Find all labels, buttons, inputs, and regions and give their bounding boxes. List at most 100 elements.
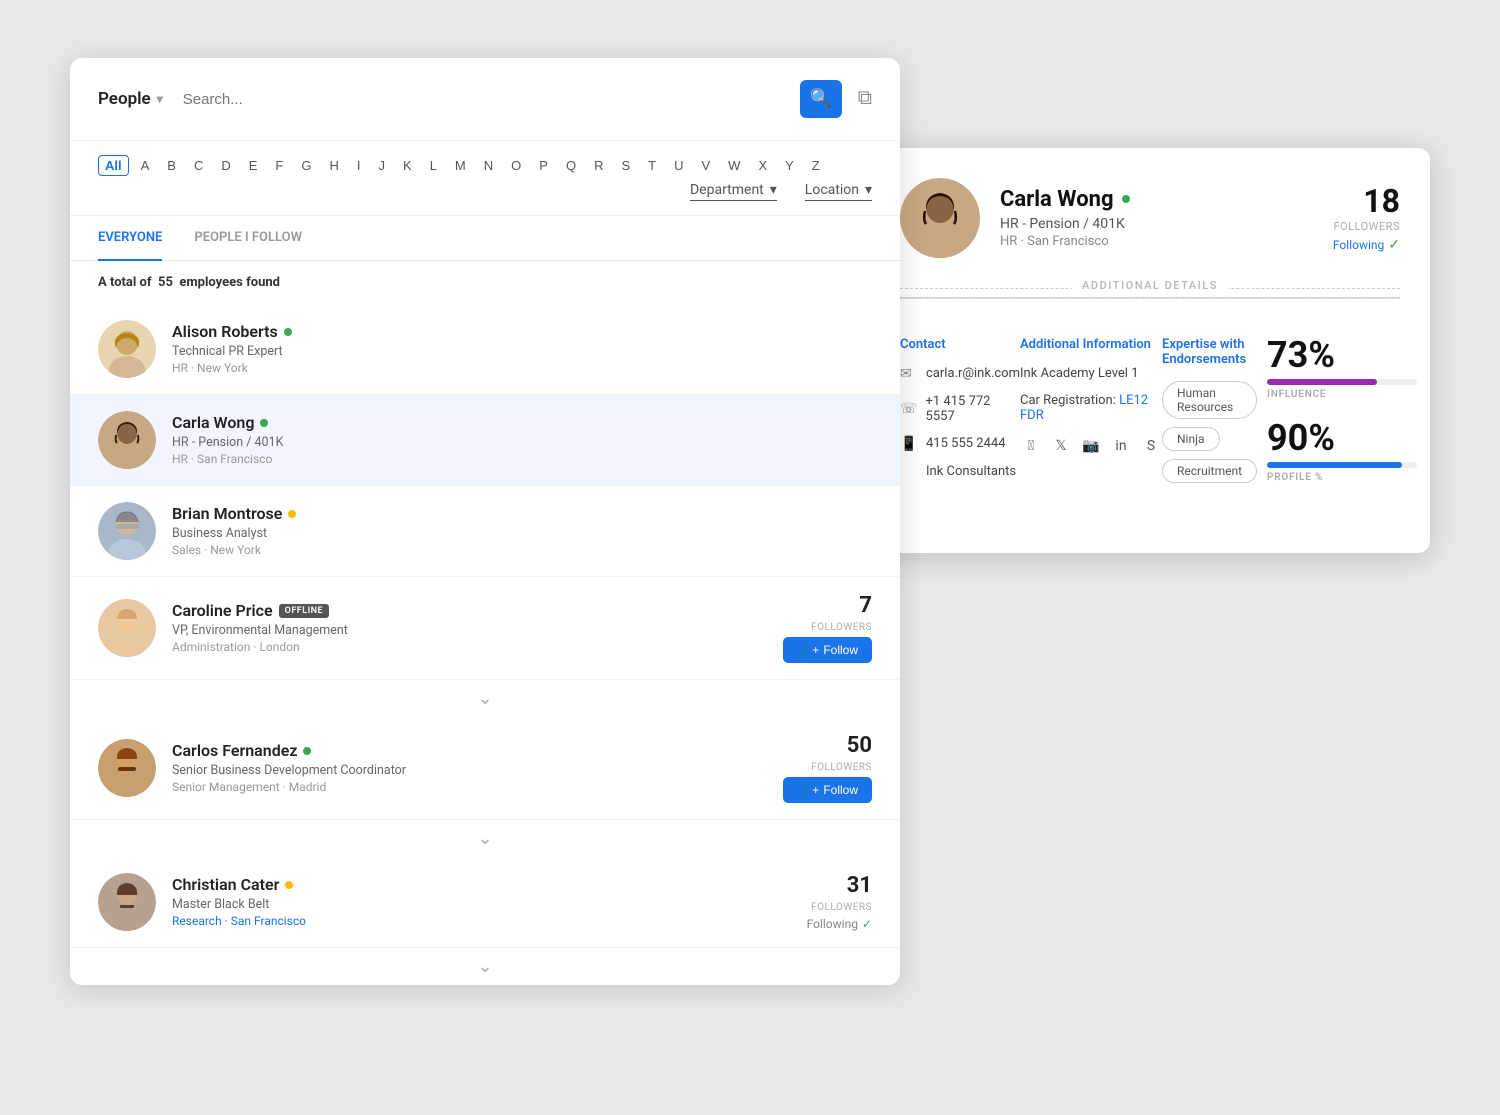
tag-ninja[interactable]: Ninja (1162, 427, 1220, 451)
follow-button[interactable]: 👤+ Follow (783, 637, 872, 663)
person-item[interactable]: Christian Cater Master Black Belt Resear… (70, 857, 900, 948)
alpha-b[interactable]: B (161, 156, 182, 175)
person-item[interactable]: Alison Roberts Technical PR Expert HR · … (70, 304, 900, 395)
collapse-button[interactable]: ⌄ (70, 820, 900, 857)
profile-value: 90% (1267, 420, 1417, 456)
alpha-c[interactable]: C (188, 156, 209, 175)
search-button[interactable]: 🔍 (800, 80, 842, 118)
influence-progress-fill (1267, 379, 1377, 385)
alpha-d[interactable]: D (215, 156, 236, 175)
alpha-p[interactable]: P (533, 156, 554, 175)
person-item[interactable]: Brian Montrose Business Analyst Sales · … (70, 486, 900, 577)
tabs-bar: EVERYONE PEOPLE I FOLLOW (70, 216, 900, 261)
alpha-m[interactable]: M (449, 156, 472, 175)
location-chevron-icon: ▾ (865, 182, 872, 198)
tag-human-resources[interactable]: Human Resources (1162, 381, 1257, 419)
person-title: VP, Environmental Management (172, 623, 783, 638)
detail-avatar (900, 178, 980, 258)
person-item[interactable]: Carla Wong HR - Pension / 401K HR · San … (70, 395, 900, 486)
offline-badge: OFFLINE (279, 604, 330, 618)
avatar (98, 599, 156, 657)
person-dept: HR · New York (172, 361, 872, 375)
linkedin-icon[interactable]: in (1110, 435, 1132, 457)
twitter-icon[interactable]: 𝕏 (1050, 435, 1072, 457)
department-filter[interactable]: Department ▾ (690, 182, 777, 201)
influence-value: 73% (1267, 337, 1417, 373)
alpha-o[interactable]: O (505, 156, 527, 175)
dropdown-chevron-icon: ▾ (157, 92, 163, 106)
contact-mobile: 📱 415 555 2444 (900, 436, 1020, 452)
following-text: Following ✓ (807, 917, 872, 931)
alpha-f[interactable]: F (269, 156, 289, 175)
alpha-x[interactable]: X (752, 156, 773, 175)
people-dropdown[interactable]: People ▾ (98, 89, 163, 109)
alpha-l[interactable]: L (424, 156, 443, 175)
alpha-y[interactable]: Y (779, 156, 800, 175)
search-icon: 🔍 (810, 88, 832, 109)
detail-header: Carla Wong HR - Pension / 401K HR · San … (870, 148, 1430, 278)
alpha-k[interactable]: K (397, 156, 418, 175)
person-title: Business Analyst (172, 526, 872, 541)
alpha-g[interactable]: G (295, 156, 317, 175)
alpha-t[interactable]: T (642, 156, 662, 175)
tag-recruitment[interactable]: Recruitment (1162, 459, 1257, 483)
person-name: Alison Roberts (172, 322, 872, 341)
email-icon: ✉ (900, 366, 918, 382)
alpha-j[interactable]: J (373, 156, 392, 175)
person-info: Carla Wong HR - Pension / 401K HR · San … (172, 413, 872, 466)
alpha-s[interactable]: S (615, 156, 636, 175)
phone-icon: ☏ (900, 401, 918, 417)
facebook-icon[interactable]:  (1020, 435, 1042, 457)
additional-info-header: Additional Information (1020, 337, 1162, 352)
alpha-w[interactable]: W (722, 156, 746, 175)
alpha-all[interactable]: All (98, 155, 129, 176)
alpha-v[interactable]: V (695, 156, 716, 175)
followers-label: FOLLOWERS (811, 762, 872, 773)
skype-icon[interactable]: S (1140, 435, 1162, 457)
alpha-h[interactable]: H (324, 156, 345, 175)
detail-following[interactable]: Following ✓ (1333, 237, 1400, 253)
alpha-e[interactable]: E (243, 156, 264, 175)
dept-loc-bar: Department ▾ Location ▾ (690, 182, 872, 201)
tab-people-i-follow[interactable]: PEOPLE I FOLLOW (194, 216, 302, 261)
alpha-a[interactable]: A (135, 156, 156, 175)
person-info: Brian Montrose Business Analyst Sales · … (172, 504, 872, 557)
person-item[interactable]: Caroline Price OFFLINE VP, Environmental… (70, 577, 900, 680)
alpha-r[interactable]: R (588, 156, 609, 175)
person-item[interactable]: Carlos Fernandez Senior Business Develop… (70, 717, 900, 820)
influence-progress-bar (1267, 379, 1417, 385)
alpha-z[interactable]: Z (806, 156, 826, 175)
search-input[interactable] (183, 91, 780, 108)
alpha-i[interactable]: I (351, 156, 367, 175)
tab-everyone[interactable]: EVERYONE (98, 216, 162, 261)
instagram-icon[interactable]: 📷 (1080, 435, 1102, 457)
contact-header: Contact (900, 337, 1020, 352)
contact-phone: ☏ +1 415 772 5557 (900, 394, 1020, 424)
avatar (98, 739, 156, 797)
followers-count: 31 (847, 873, 872, 898)
additional-info-column: Additional Information Ink Academy Level… (1020, 337, 1162, 503)
expertise-column: Expertise with Endorsements Human Resour… (1162, 337, 1257, 503)
department-label: Department (690, 182, 764, 198)
person-dept: HR · San Francisco (172, 452, 872, 466)
employees-count-prefix: A total of (98, 275, 152, 290)
metrics-column: 73% INFLUENCE 90% PROFILE % (1257, 337, 1417, 503)
employees-count: A total of 55 employees found (70, 261, 900, 304)
person-info: Carlos Fernandez Senior Business Develop… (172, 741, 783, 794)
follow-button[interactable]: 👤+ Follow (783, 777, 872, 803)
alpha-u[interactable]: U (668, 156, 689, 175)
collapse-button[interactable]: ⌄ (70, 948, 900, 985)
alpha-q[interactable]: Q (560, 156, 582, 175)
filter-button[interactable]: ⧉ (858, 87, 872, 110)
expertise-header: Expertise with Endorsements (1162, 337, 1257, 367)
alpha-n[interactable]: N (478, 156, 499, 175)
contact-email: ✉ carla.r@ink.com (900, 366, 1020, 382)
person-name: Carlos Fernandez (172, 741, 783, 760)
chevron-down-icon: ⌄ (477, 688, 492, 709)
followers-label: FOLLOWERS (811, 622, 872, 633)
employees-count-suffix: employees found (179, 275, 280, 290)
collapse-button[interactable]: ⌄ (70, 680, 900, 717)
location-filter[interactable]: Location ▾ (805, 182, 872, 201)
detail-columns: Contact ✉ carla.r@ink.com ☏ +1 415 772 5… (870, 317, 1430, 523)
check-icon: ✓ (1388, 237, 1400, 253)
